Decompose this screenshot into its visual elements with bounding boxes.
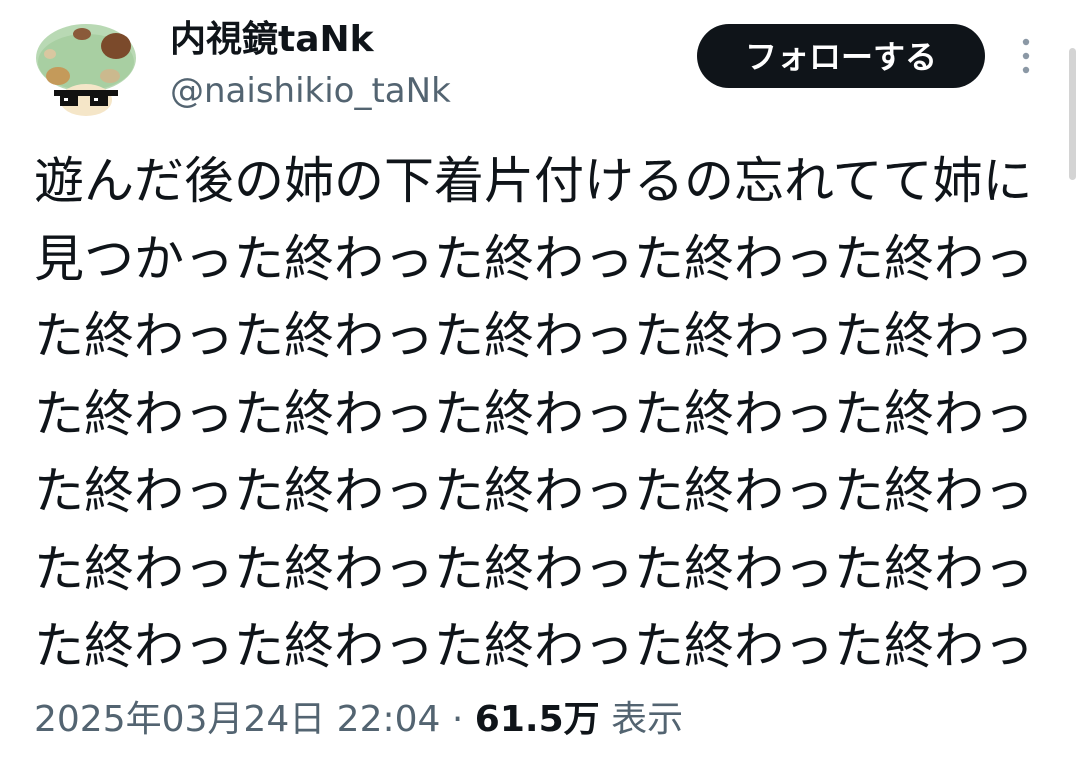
more-vertical-icon[interactable] — [1016, 36, 1036, 76]
tweet-text-line: た終わった終わった終わった終わった終わっ — [34, 384, 1034, 443]
tweet-text-line: 見つかった終わった終わった終わった終わっ — [34, 229, 1034, 288]
avatar[interactable] — [28, 14, 144, 118]
tweet-text-line: た終わった終わった終わった終わった終わっ — [34, 307, 1034, 365]
follow-button[interactable]: フォローする — [697, 24, 985, 88]
meta-separator: · — [451, 699, 464, 740]
tweet-timestamp[interactable]: 2025年03月24日 22:04 — [34, 699, 440, 740]
scrollbar-thumb[interactable] — [1069, 48, 1076, 180]
tweet-text-line: 遊んだ後の姉の下着片付けるの忘れてて姉に — [34, 152, 1033, 210]
tweet-text-line: た終わった終わった終わった終わった終わっ — [34, 617, 1034, 675]
tweet-text-line: た終わった終わった終わった終わった終わっ — [34, 462, 1034, 520]
tweet-card: 内視鏡taNk @naishikio_taNk フォローする 遊んだ後の姉の下着… — [0, 0, 1080, 769]
tweet-meta: 2025年03月24日 22:04 · 61.5万 表示 — [34, 696, 683, 744]
author-handle[interactable]: @naishikio_taNk — [170, 70, 451, 112]
tweet-text: 遊んだ後の姉の下着片付けるの忘れてて姉に 見つかった終わった終わった終わった終わ… — [34, 143, 1034, 686]
views-count[interactable]: 61.5万 — [475, 699, 600, 740]
tweet-text-line: た終わった終わった終わった終わった終わっ — [34, 539, 1034, 598]
author-display-name[interactable]: 内視鏡taNk — [170, 18, 374, 62]
views-label: 表示 — [611, 699, 684, 740]
